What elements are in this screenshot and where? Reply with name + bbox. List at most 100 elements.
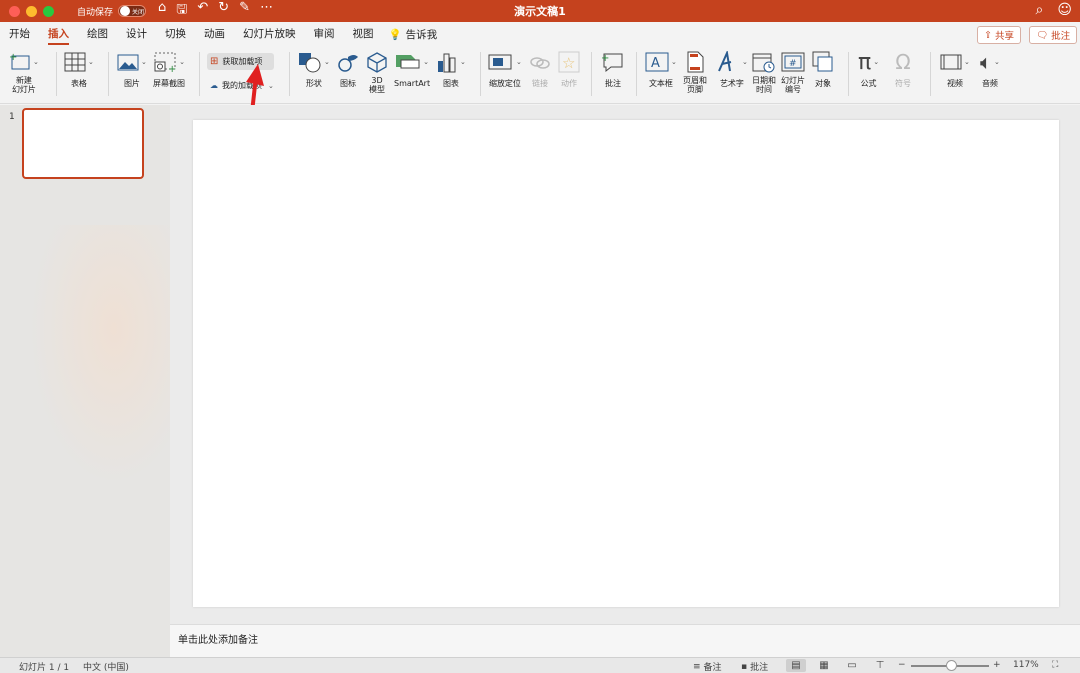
wordart-icon: ⌄ — [716, 50, 748, 74]
save-icon[interactable]: 🖫 — [176, 0, 187, 22]
slide-number-button[interactable]: # 幻灯片 编号 — [781, 50, 805, 94]
undo-icon[interactable]: ↶ — [197, 0, 208, 22]
omega-icon: Ω — [895, 49, 911, 74]
close-window-button[interactable] — [9, 5, 20, 17]
tab-review[interactable]: 审阅 — [305, 22, 344, 46]
new-slide-button[interactable]: + ⌄ 新建 幻灯片 — [9, 50, 39, 94]
screenshot-label: 屏幕截图 — [153, 79, 185, 88]
home-icon[interactable]: ⌂ — [158, 0, 166, 22]
3d-models-button[interactable]: 3D 模型 — [366, 50, 388, 94]
comment-insert-button[interactable]: + 批注 — [601, 50, 625, 88]
redo-icon[interactable]: ↻ — [218, 0, 229, 22]
slide-number-icon: # — [781, 50, 805, 74]
datetime-label: 日期和 时间 — [752, 76, 776, 94]
link-label: 链接 — [532, 79, 548, 88]
zoom-level[interactable]: 117% — [1013, 660, 1039, 670]
tab-slideshow[interactable]: 幻灯片放映 — [234, 22, 305, 46]
tell-me-label: 告诉我 — [405, 28, 438, 41]
comment-plus-icon: + — [601, 50, 625, 74]
object-button[interactable]: 对象 — [812, 50, 834, 88]
grid-icon: ▦ — [819, 660, 829, 671]
tab-view[interactable]: 视图 — [344, 22, 383, 46]
autosave-toggle[interactable]: 关闭 — [118, 5, 147, 17]
presenter-icon: ⊤ — [875, 660, 885, 671]
shapes-icon: ⌄ — [298, 50, 330, 74]
title-bar: 自动保存 关闭 ⌂ 🖫 ↶ ↻ ✎ ⋯ 演示文稿1 ⌕ ☺ — [0, 0, 1080, 22]
comments-toggle[interactable]: ▪ 批注 — [741, 660, 768, 673]
svg-text:+: + — [168, 64, 176, 73]
tab-animations[interactable]: 动画 — [195, 22, 234, 46]
smiley-icon[interactable]: ☺ — [1057, 2, 1072, 18]
comment-icon: 🗨 — [1036, 29, 1049, 41]
chart-button[interactable]: ⌄ 图表 — [436, 50, 466, 88]
share-icon: ⇪ — [984, 29, 992, 41]
quick-access-toolbar: ⌂ 🖫 ↶ ↻ ✎ ⋯ — [158, 0, 273, 22]
zoom-out-button[interactable]: − — [898, 660, 906, 670]
normal-view-button[interactable]: ▤ — [786, 659, 806, 672]
icons-icon — [336, 50, 360, 74]
link-button[interactable]: 链接 — [529, 50, 551, 88]
ribbon-tabs: 开始 插入 绘图 设计 切换 动画 幻灯片放映 审阅 视图 💡 告诉我 — [0, 22, 1080, 46]
icons-label: 图标 — [340, 79, 356, 88]
slide-sorter-button[interactable]: ▦ — [814, 659, 834, 672]
svg-text:☆: ☆ — [562, 54, 575, 72]
header-footer-button[interactable]: 页眉和 页脚 — [683, 50, 707, 94]
svg-text:A: A — [651, 56, 660, 71]
maximize-window-button[interactable] — [43, 5, 54, 17]
zoom-button[interactable]: ⌄ 缩放定位 — [488, 50, 522, 88]
notes-pane[interactable]: 单击此处添加备注 — [170, 624, 1080, 657]
notes-toggle[interactable]: ≡ 备注 — [693, 660, 722, 673]
minimize-window-button[interactable] — [26, 5, 37, 17]
slide-thumbnail[interactable] — [22, 108, 144, 179]
icons-button[interactable]: 图标 — [336, 50, 360, 88]
search-icon[interactable]: ⌕ — [1036, 2, 1044, 18]
customize-toolbar-icon[interactable]: ✎ — [239, 0, 250, 22]
slide-number-label: 幻灯片 编号 — [781, 76, 805, 94]
autosave: 自动保存 关闭 — [77, 5, 147, 18]
tab-design[interactable]: 设计 — [117, 22, 156, 46]
slideshow-button[interactable]: ⊤ — [870, 659, 890, 672]
smartart-icon: ⌄ — [395, 50, 429, 74]
video-button[interactable]: ⌄ 视频 — [940, 50, 970, 88]
slide-canvas[interactable] — [193, 120, 1059, 607]
svg-text:+: + — [9, 52, 17, 63]
symbol-button[interactable]: Ω 符号 — [895, 49, 911, 89]
fit-to-window-icon[interactable]: ⛶ — [1052, 660, 1058, 670]
audio-button[interactable]: 🔈︎ ⌄ 音频 — [980, 49, 1000, 89]
wordart-button[interactable]: ⌄ 艺术字 — [716, 50, 748, 88]
screenshot-button[interactable]: + ⌄ 屏幕截图 — [153, 50, 185, 88]
comment-insert-label: 批注 — [605, 79, 621, 88]
textbox-button[interactable]: A ⌄ 文本框 — [645, 50, 677, 88]
tab-draw[interactable]: 绘图 — [78, 22, 117, 46]
share-button[interactable]: ⇪ 共享 — [977, 26, 1021, 44]
lightbulb-icon: 💡 — [388, 28, 402, 41]
3d-models-label: 3D 模型 — [369, 76, 385, 94]
table-icon: ⌄ — [64, 50, 94, 74]
svg-text:#: # — [789, 59, 797, 69]
zoom-icon: ⌄ — [488, 50, 522, 74]
table-button[interactable]: ⌄ 表格 — [64, 50, 94, 88]
screenshot-icon: + ⌄ — [153, 50, 185, 74]
comments-button[interactable]: 🗨 批注 — [1029, 26, 1078, 44]
tab-home[interactable]: 开始 — [0, 22, 39, 46]
notes-toggle-label: 备注 — [703, 663, 722, 673]
shapes-label: 形状 — [305, 79, 322, 88]
tell-me[interactable]: 💡 告诉我 — [383, 27, 438, 42]
speaker-icon: 🔈︎ ⌄ — [980, 49, 1000, 74]
tab-transitions[interactable]: 切换 — [156, 22, 195, 46]
action-button[interactable]: ☆ 动作 — [558, 50, 580, 88]
pi-icon: π ⌄ — [858, 49, 880, 75]
more-icon[interactable]: ⋯ — [260, 0, 273, 22]
equation-button[interactable]: π ⌄ 公式 — [858, 50, 879, 88]
tab-insert[interactable]: 插入 — [39, 22, 78, 46]
language-indicator[interactable]: 中文 (中国) — [83, 660, 129, 673]
reading-view-button[interactable]: ▭ — [842, 659, 862, 672]
shapes-button[interactable]: ⌄ 形状 — [298, 50, 330, 88]
pictures-button[interactable]: ⌄ 图片 — [117, 50, 147, 88]
slide-counter: 幻灯片 1 / 1 — [19, 663, 70, 673]
zoom-in-button[interactable]: + — [993, 660, 1001, 670]
smartart-button[interactable]: ⌄ SmartArt — [394, 50, 430, 88]
datetime-button[interactable]: 日期和 时间 — [752, 50, 776, 94]
cube-icon — [366, 50, 388, 74]
zoom-slider-knob[interactable] — [946, 660, 957, 671]
